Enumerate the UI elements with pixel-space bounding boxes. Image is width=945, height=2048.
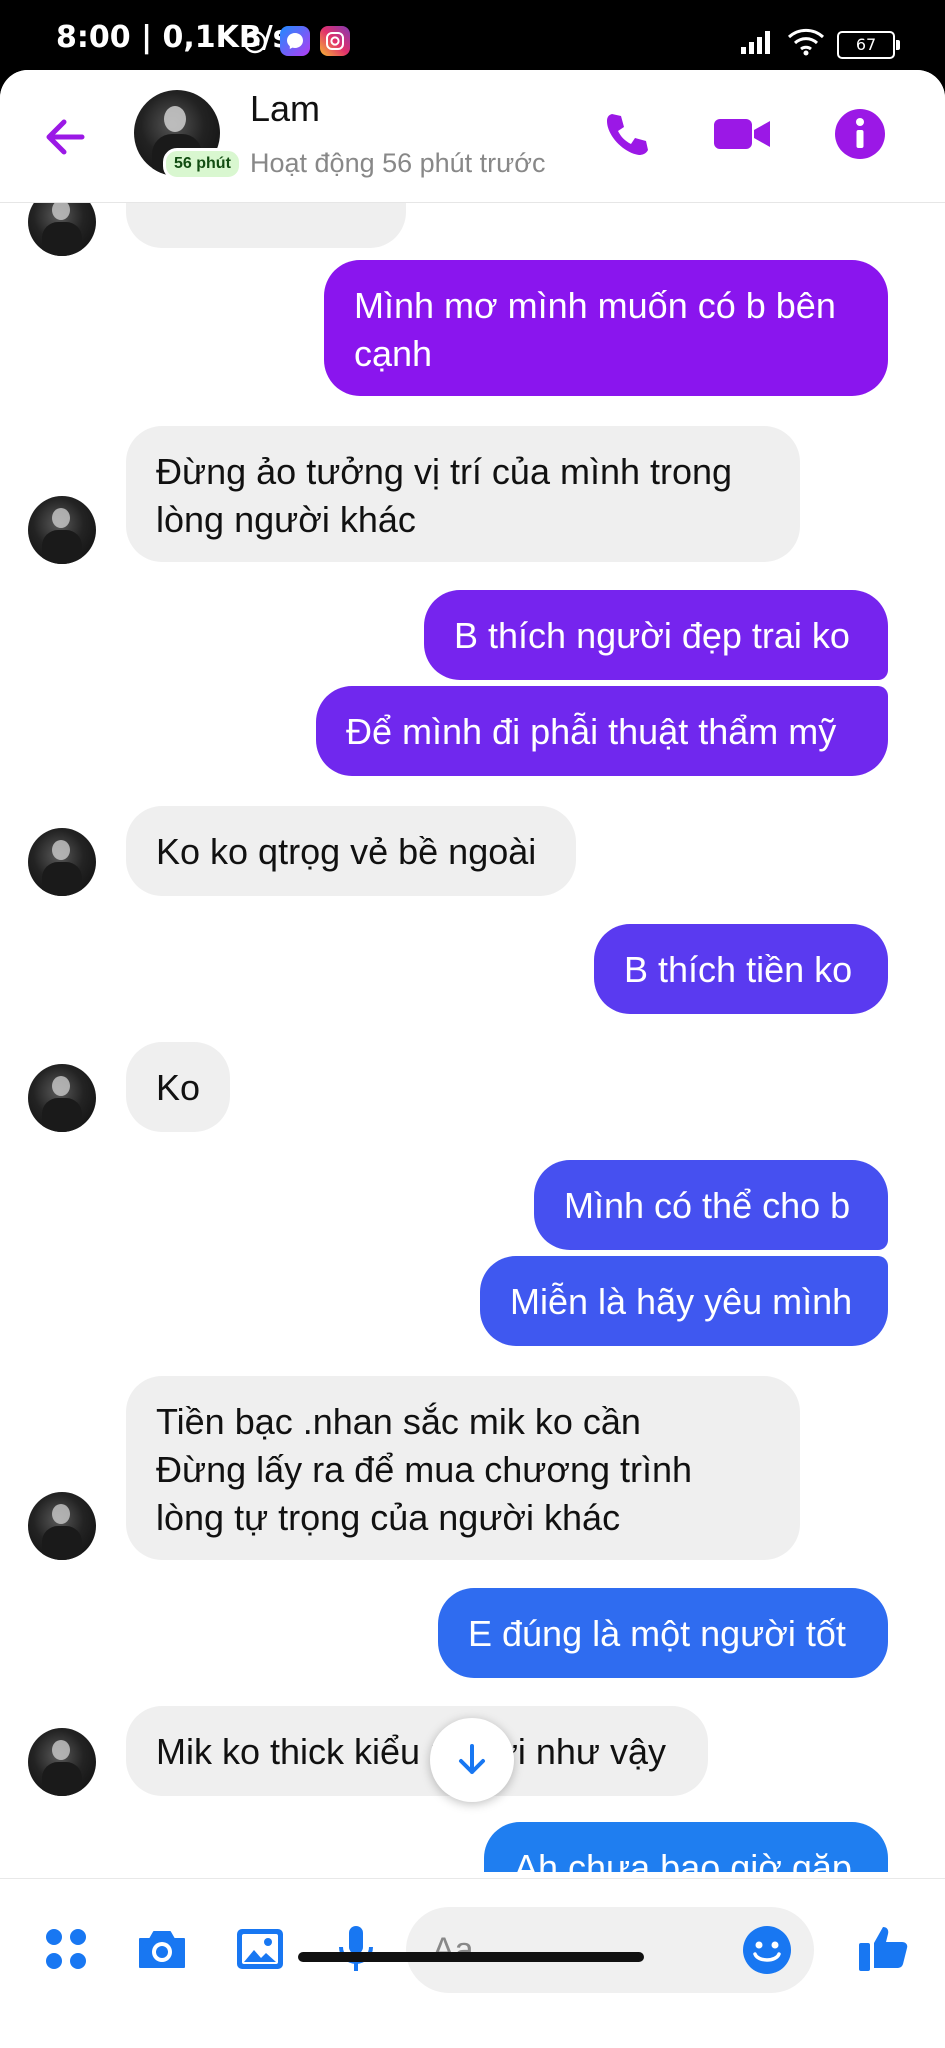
home-indicator[interactable] [298,1952,644,1962]
message-list[interactable]: Mình mơ mình muốn có b bên cạnh Đừng ảo … [0,202,945,1872]
alarm-icon [240,26,270,56]
message-bubble-sent[interactable]: E đúng là một người tốt [438,1588,888,1678]
info-icon[interactable] [832,106,888,162]
message-bubble-partial[interactable] [126,202,406,248]
gallery-image-icon[interactable] [232,1921,288,1977]
message-composer: Aa [0,1878,945,2048]
chat-header: 56 phút Lam Hoạt động 56 phút trước [0,70,945,203]
thumbs-up-like-icon[interactable] [856,1919,912,1975]
video-call-icon[interactable] [712,106,770,162]
contact-avatar-small [28,496,96,564]
message-bubble-sent[interactable]: B thích tiền ko [594,924,888,1014]
contact-name[interactable]: Lam [250,88,320,130]
active-status-text: Hoạt động 56 phút trước [250,148,546,178]
message-bubble-received[interactable]: Tiền bạc .nhan sắc mik ko cần Đừng lấy r… [126,1376,800,1560]
message-bubble-received[interactable]: Ko ko qtrọg vẻ bề ngoài [126,806,576,896]
active-time-badge: 56 phút [163,148,242,180]
contact-avatar-small [28,202,96,256]
back-arrow-icon[interactable] [38,110,92,164]
battery-indicator: 67 [837,30,900,59]
contact-avatar-small [28,1492,96,1560]
arrow-down-icon [459,1744,485,1774]
message-bubble-sent[interactable]: Mình mơ mình muốn có b bên cạnh [324,260,888,396]
contact-avatar-small [28,828,96,896]
message-bubble-sent[interactable]: Mình có thể cho b [534,1160,888,1250]
message-input-placeholder: Aa [432,1930,474,1969]
message-bubble-received[interactable]: Ko [126,1042,230,1132]
emoji-icon[interactable] [740,1923,794,1977]
phone-call-icon[interactable] [598,106,654,162]
instagram-notification-icon [320,26,350,56]
camera-icon[interactable] [134,1921,190,1977]
apps-grid-icon[interactable] [38,1921,94,1977]
contact-avatar-small [28,1064,96,1132]
microphone-icon[interactable] [328,1921,384,1977]
messenger-notification-icon [280,26,310,56]
message-bubble-sent[interactable]: Ah chưa bao giờ gặp [484,1822,888,1872]
message-bubble-sent[interactable]: B thích người đẹp trai ko [424,590,888,680]
contact-avatar-small [28,1728,96,1796]
message-input[interactable]: Aa [406,1907,814,1993]
status-notification-icons [240,26,350,56]
signal-icon [739,29,775,60]
message-bubble-sent[interactable]: Miễn là hãy yêu mình [480,1256,888,1346]
message-bubble-received[interactable]: Đừng ảo tưởng vị trí của mình trong lòng… [126,426,800,562]
scroll-to-bottom-button[interactable] [430,1718,514,1802]
wifi-icon [787,28,825,61]
message-bubble-sent[interactable]: Để mình đi phẫi thuật thẩm mỹ [316,686,888,776]
status-bar: 8:00 | 0,1KB/s 67 [0,0,945,78]
messenger-chat-screen: 56 phút Lam Hoạt động 56 phút trước Mình… [0,70,945,2048]
message-bubble-received[interactable]: Mik ko thick kiểu người như vậy [126,1706,708,1796]
